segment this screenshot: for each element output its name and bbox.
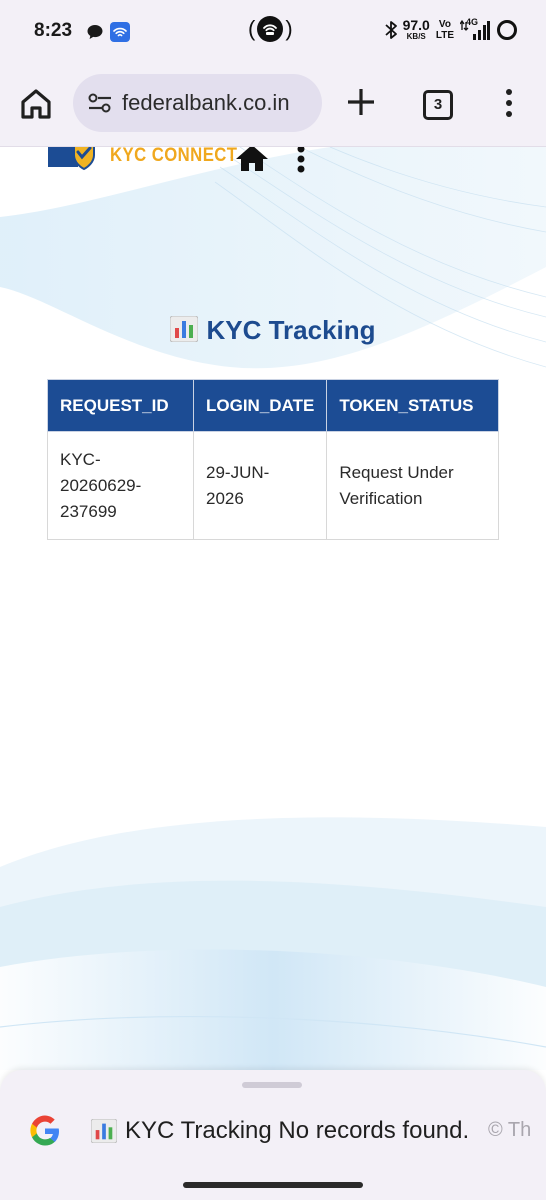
signal-strength: 4G: [460, 17, 490, 41]
bar-chart-icon: [170, 316, 199, 342]
notification-icons: [86, 22, 130, 42]
page-menu-icon[interactable]: [296, 147, 306, 173]
volte-top: Vo: [438, 18, 451, 30]
cell-login-date: 29-JUN- 2026: [192, 431, 328, 540]
column-header-request-id: REQUEST_ID: [47, 379, 194, 432]
request-id-line: 237699: [60, 501, 117, 521]
kyc-tracking-table: REQUEST_ID LOGIN_DATE TOKEN_STATUS KYC- …: [47, 379, 499, 540]
signal-bars-icon: [460, 19, 490, 40]
background-waves: [0, 147, 546, 1070]
page-home-icon[interactable]: [234, 147, 270, 173]
bar-chart-icon: [91, 1119, 117, 1143]
shield-check-icon: [48, 147, 95, 171]
request-id-line: 20260629-: [60, 475, 142, 495]
speed-unit: KB/S: [406, 32, 426, 41]
hotspot-icon: [257, 16, 284, 42]
chat-bubble-icon: [87, 25, 103, 39]
system-icons: 97.0 KB/S Vo LTE 4G: [384, 17, 518, 41]
page-title-text: KYC Tracking: [206, 315, 376, 345]
logo-text: KYC CONNECT: [110, 147, 238, 166]
status-time: 8:23: [34, 20, 73, 41]
sheet-drag-handle[interactable]: [242, 1082, 302, 1088]
request-id-line: KYC-: [60, 449, 101, 469]
volte-bottom: LTE: [435, 29, 454, 41]
status-bar: 8:23 ( ) 97.0 KB/S Vo LTE 4G: [0, 0, 546, 66]
site-settings-icon[interactable]: [87, 92, 113, 114]
browser-toolbar: federalbank.co.in 3: [0, 66, 546, 147]
new-tab-icon[interactable]: [346, 87, 376, 117]
gesture-nav-bar[interactable]: [183, 1182, 363, 1188]
kyc-connect-logo[interactable]: KYC CONNECT: [48, 147, 255, 171]
bluetooth-icon: [384, 20, 397, 39]
wifi-app-icon: [110, 22, 130, 42]
address-bar[interactable]: federalbank.co.in: [73, 74, 322, 132]
url-text[interactable]: federalbank.co.in: [122, 90, 290, 116]
sheet-summary[interactable]: KYC Tracking No records found.: [91, 1117, 469, 1145]
sheet-trailing-text: © Th: [488, 1119, 532, 1141]
column-header-token-status: TOKEN_STATUS: [326, 379, 499, 432]
network-speed: 97.0 KB/S: [403, 18, 430, 41]
volte-indicator: Vo LTE: [436, 19, 454, 41]
web-page: KYC CONNECT KYC Tracking REQUEST_ID LOGI…: [0, 147, 546, 1070]
tab-switcher-button[interactable]: 3: [423, 90, 453, 120]
more-menu-icon[interactable]: [504, 88, 514, 118]
page-title: KYC Tracking: [0, 315, 546, 346]
google-g-icon: [30, 1115, 59, 1146]
cell-request-id: KYC- 20260629- 237699: [47, 431, 194, 540]
speed-value: 97.0: [402, 17, 430, 33]
cell-token-status: Request Under Verification: [326, 431, 499, 540]
login-date-line: 2026: [206, 488, 244, 508]
google-bottom-sheet[interactable]: KYC Tracking No records found. © Th: [0, 1070, 546, 1200]
hotspot-indicator: ( ): [248, 16, 293, 42]
sheet-summary-text: KYC Tracking No records found.: [125, 1117, 470, 1144]
table-row: KYC- 20260629- 237699 29-JUN- 2026 Reque…: [47, 431, 499, 540]
battery-ring-icon: [497, 19, 517, 40]
login-date-line: 29-JUN-: [206, 462, 270, 482]
column-header-login-date: LOGIN_DATE: [192, 379, 328, 432]
home-icon[interactable]: [18, 86, 54, 122]
token-status-line: Verification: [339, 488, 423, 508]
token-status-line: Request Under: [339, 462, 454, 482]
table-header-row: REQUEST_ID LOGIN_DATE TOKEN_STATUS: [47, 379, 499, 432]
